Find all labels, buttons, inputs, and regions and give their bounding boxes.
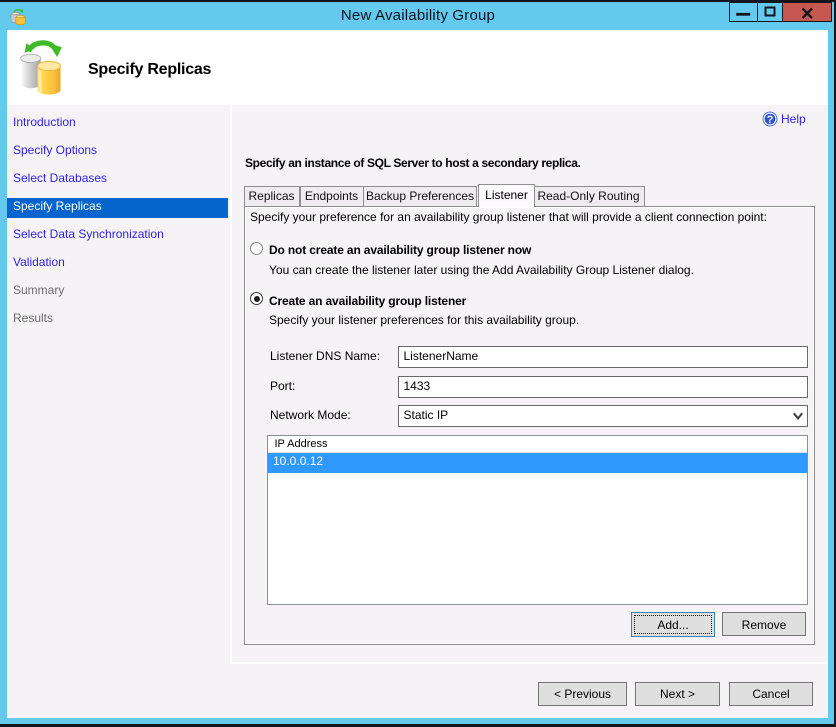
svg-text:?: ? bbox=[767, 114, 774, 126]
